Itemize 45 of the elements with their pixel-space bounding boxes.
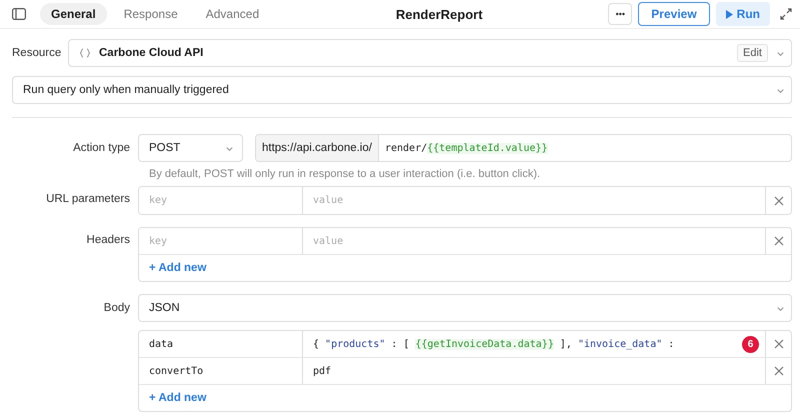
key-cell: data: [139, 331, 303, 357]
play-icon: [726, 10, 733, 18]
resource-name: Carbone Cloud API: [99, 47, 204, 59]
value-cell-text: pdf: [312, 364, 332, 378]
remove-button[interactable]: [765, 331, 791, 357]
sidebar-toggle-icon[interactable]: [12, 8, 26, 20]
query-title: RenderReport: [394, 6, 484, 22]
trigger-select[interactable]: Run query only when manually triggered: [12, 76, 792, 104]
more-button[interactable]: •••: [608, 3, 632, 25]
braces-icon: [79, 48, 91, 58]
tab[interactable]: Response: [112, 3, 189, 25]
method-select[interactable]: POST: [138, 134, 243, 162]
error-count-badge: 6: [742, 336, 759, 352]
resource-label: Resource: [12, 47, 60, 59]
tab[interactable]: General: [40, 3, 107, 25]
trigger-value: Run query only when manually triggered: [23, 84, 229, 96]
close-icon: [774, 196, 784, 206]
value-cell-text: { "products" : [ {{getInvoiceData.data}} ], "invoice_data" :: [312, 338, 676, 352]
hint-text: By default, POST will only run in response to a user interaction (i.e. button click).: [149, 168, 542, 180]
resource-select[interactable]: Carbone Cloud API Edit: [68, 39, 792, 67]
key-cell: convertTo: [139, 358, 303, 384]
close-icon: [774, 339, 784, 349]
body-type-value: JSON: [149, 302, 180, 314]
add-new-link[interactable]: + Add new: [139, 255, 216, 281]
tab[interactable]: Advanced: [194, 3, 270, 25]
method-value: POST: [149, 142, 180, 154]
section-label: Headers: [86, 234, 130, 246]
url-field[interactable]: https://api.carbone.io/ render/{{templateId.value}}: [255, 134, 792, 162]
key-input[interactable]: key: [139, 228, 303, 254]
base-url: https://api.carbone.io/: [256, 135, 379, 161]
section-label: URL parameters: [45, 193, 130, 205]
body-label: Body: [102, 302, 130, 314]
add-new-link[interactable]: + Add new: [139, 385, 216, 411]
action-type-label: Action type: [72, 142, 130, 154]
body-type-select[interactable]: JSON: [138, 294, 792, 322]
run-button[interactable]: Run: [716, 2, 770, 26]
remove-button[interactable]: [765, 187, 791, 214]
edit-button[interactable]: Edit: [737, 44, 768, 62]
close-icon: [774, 366, 784, 376]
preview-button[interactable]: Preview: [638, 2, 710, 26]
expand-icon[interactable]: [780, 8, 792, 20]
close-icon: [774, 236, 784, 246]
url-path: render/{{templateId.value}}: [384, 142, 549, 156]
remove-button[interactable]: [765, 228, 791, 254]
key-input[interactable]: key: [139, 187, 303, 214]
